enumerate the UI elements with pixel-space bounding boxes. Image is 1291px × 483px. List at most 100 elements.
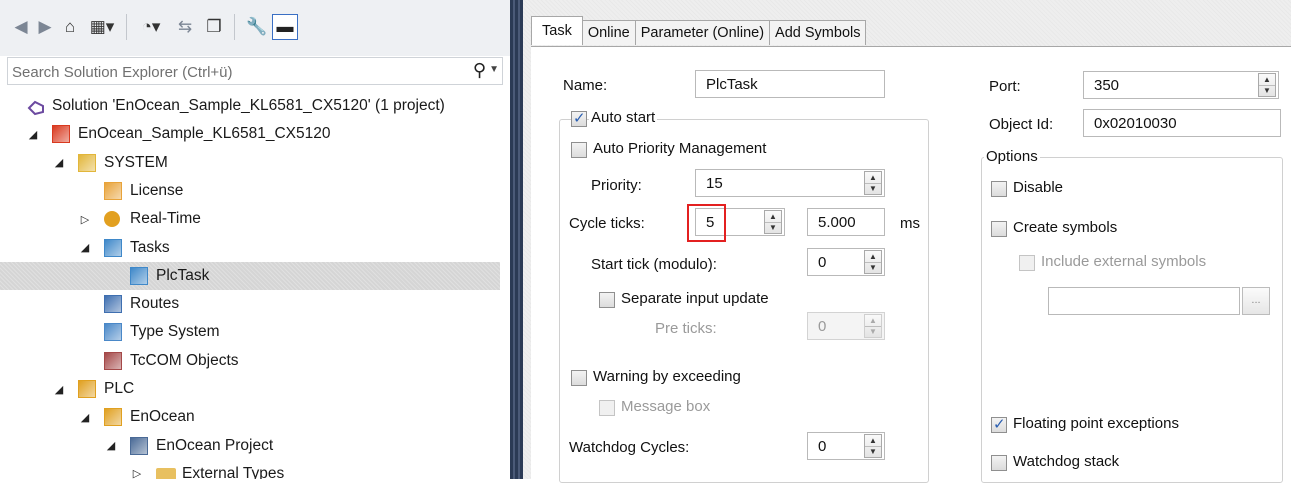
switch-views-icon[interactable]: ▦▾: [86, 14, 118, 40]
tree-item[interactable]: ◢ PLC: [0, 375, 500, 403]
start-tick-label: Start tick (modulo):: [591, 256, 717, 273]
forward-icon[interactable]: ▶: [34, 14, 56, 40]
tree-item-label: EnOcean_Sample_KL6581_CX5120: [78, 125, 331, 143]
tab-task[interactable]: Task: [531, 16, 583, 45]
tab-online[interactable]: Online: [581, 20, 636, 45]
cycle-time-input[interactable]: [807, 208, 885, 236]
tree-item[interactable]: ◢ EnOcean Project: [0, 432, 500, 460]
port-input[interactable]: [1083, 71, 1279, 99]
tree-item[interactable]: ◢ Tasks: [0, 234, 500, 262]
message-box-label: Message box: [621, 398, 711, 415]
browse-button[interactable]: ...: [1242, 287, 1270, 315]
spin-down-icon[interactable]: ▼: [865, 446, 881, 457]
explorer-toolbar: ◀ ▶ ⌂ ▦▾ ◔▾ ⇆ ❐ 🔧 ▬: [0, 0, 510, 56]
license-icon: [104, 181, 122, 200]
back-icon[interactable]: ◀: [10, 14, 32, 40]
name-input[interactable]: [695, 70, 885, 98]
task-icon: [130, 266, 148, 285]
splitter[interactable]: [510, 0, 523, 479]
symbols-path-input[interactable]: [1048, 287, 1240, 315]
tab-parameter-online[interactable]: Parameter (Online): [634, 20, 771, 45]
auto-priority-checkbox[interactable]: [571, 142, 587, 158]
preview-icon[interactable]: ▬: [272, 14, 298, 40]
tab-add-symbols[interactable]: Add Symbols: [769, 20, 867, 45]
separate-input-checkbox[interactable]: [599, 292, 615, 308]
collapsed-arrow-icon[interactable]: ▷: [130, 467, 144, 479]
task-page: Name: Auto start Auto Priority Managemen…: [531, 46, 1291, 483]
options-label: Options: [984, 148, 1040, 165]
create-symbols-label: Create symbols: [1013, 219, 1118, 236]
spin-down-icon[interactable]: ▼: [865, 183, 881, 194]
options-group: [981, 157, 1283, 483]
tree-item[interactable]: ◢ EnOcean_Sample_KL6581_CX5120: [0, 120, 500, 148]
expanded-arrow-icon[interactable]: ◢: [78, 411, 92, 424]
spin-down-icon[interactable]: ▼: [765, 222, 781, 233]
folder-icon: [156, 467, 176, 479]
cycle-ticks-spinner[interactable]: ▲ ▼: [764, 210, 782, 234]
tree-item[interactable]: License: [0, 177, 500, 205]
type-system-icon: [104, 323, 122, 342]
separate-input-label: Separate input update: [621, 290, 769, 307]
warning-checkbox[interactable]: [571, 370, 587, 386]
chevron-down-icon[interactable]: ▼: [489, 64, 499, 75]
solution-icon: [26, 96, 46, 116]
expanded-arrow-icon[interactable]: ◢: [26, 128, 40, 141]
search-icon[interactable]: ⚲: [473, 60, 486, 81]
tree-item[interactable]: ▷ External Types: [0, 460, 500, 479]
priority-label: Priority:: [591, 177, 642, 194]
home-icon[interactable]: ⌂: [58, 14, 82, 40]
cycle-time-unit: ms: [900, 215, 920, 232]
watchdog-cycles-label: Watchdog Cycles:: [569, 439, 690, 456]
tree-item[interactable]: Type System: [0, 318, 500, 346]
tasks-icon: [104, 238, 122, 257]
create-symbols-checkbox[interactable]: [991, 221, 1007, 237]
disable-label: Disable: [1013, 179, 1064, 196]
port-spinner[interactable]: ▲ ▼: [1258, 73, 1276, 97]
search-box: ⚲ ▼: [7, 57, 503, 85]
pending-changes-icon[interactable]: ◔▾: [134, 14, 168, 40]
pre-ticks-label: Pre ticks:: [655, 320, 717, 337]
tree-item[interactable]: ◢ SYSTEM: [0, 149, 500, 177]
disable-checkbox[interactable]: [991, 181, 1007, 197]
include-external-checkbox: [1019, 255, 1035, 271]
watchdog-stack-checkbox[interactable]: [991, 455, 1007, 471]
tree-item[interactable]: ▷ Real-Time: [0, 205, 500, 233]
sync-icon[interactable]: ⇆: [174, 14, 196, 40]
tree-item[interactable]: TcCOM Objects: [0, 347, 500, 375]
collapsed-arrow-icon[interactable]: ▷: [78, 213, 92, 226]
tree-item[interactable]: ◢ EnOcean: [0, 403, 500, 431]
port-label: Port:: [989, 78, 1021, 95]
object-id-label: Object Id:: [989, 116, 1054, 133]
tree-item-label: EnOcean: [130, 408, 195, 426]
tree-item-label: PlcTask: [156, 266, 210, 284]
plc-project-icon: [104, 408, 122, 427]
pre-ticks-spinner: ▲ ▼: [864, 314, 882, 338]
priority-spinner[interactable]: ▲ ▼: [864, 171, 882, 195]
twincat-project-icon: [52, 125, 70, 144]
name-label: Name:: [563, 77, 608, 94]
tree-item[interactable]: Routes: [0, 290, 500, 318]
tree-item[interactable]: Solution 'EnOcean_Sample_KL6581_CX5120' …: [0, 92, 500, 120]
tree-item[interactable]: PlcTask: [0, 261, 500, 290]
system-icon: [78, 153, 96, 172]
tree-item-label: EnOcean Project: [156, 436, 274, 454]
collapse-all-icon[interactable]: ❐: [202, 14, 226, 40]
expanded-arrow-icon[interactable]: ◢: [78, 241, 92, 254]
spin-down-icon[interactable]: ▼: [1259, 85, 1275, 96]
tree-item-label: SYSTEM: [104, 153, 168, 171]
watchdog-cycles-spinner[interactable]: ▲ ▼: [864, 434, 882, 458]
floating-point-checkbox[interactable]: [991, 415, 1007, 433]
priority-input[interactable]: [695, 169, 885, 197]
object-id-input[interactable]: [1083, 109, 1281, 137]
start-tick-spinner[interactable]: ▲ ▼: [864, 250, 882, 274]
project-icon: [130, 436, 148, 455]
expanded-arrow-icon[interactable]: ◢: [52, 156, 66, 169]
auto-start-checkbox[interactable]: [571, 109, 587, 127]
toolbar-separator: [234, 14, 235, 40]
spin-down-icon[interactable]: ▼: [865, 262, 881, 273]
search-input[interactable]: [10, 60, 454, 84]
expanded-arrow-icon[interactable]: ◢: [52, 383, 66, 396]
expanded-arrow-icon[interactable]: ◢: [104, 439, 118, 452]
tree-item-label: Routes: [130, 295, 180, 313]
properties-wrench-icon[interactable]: 🔧: [244, 14, 270, 40]
